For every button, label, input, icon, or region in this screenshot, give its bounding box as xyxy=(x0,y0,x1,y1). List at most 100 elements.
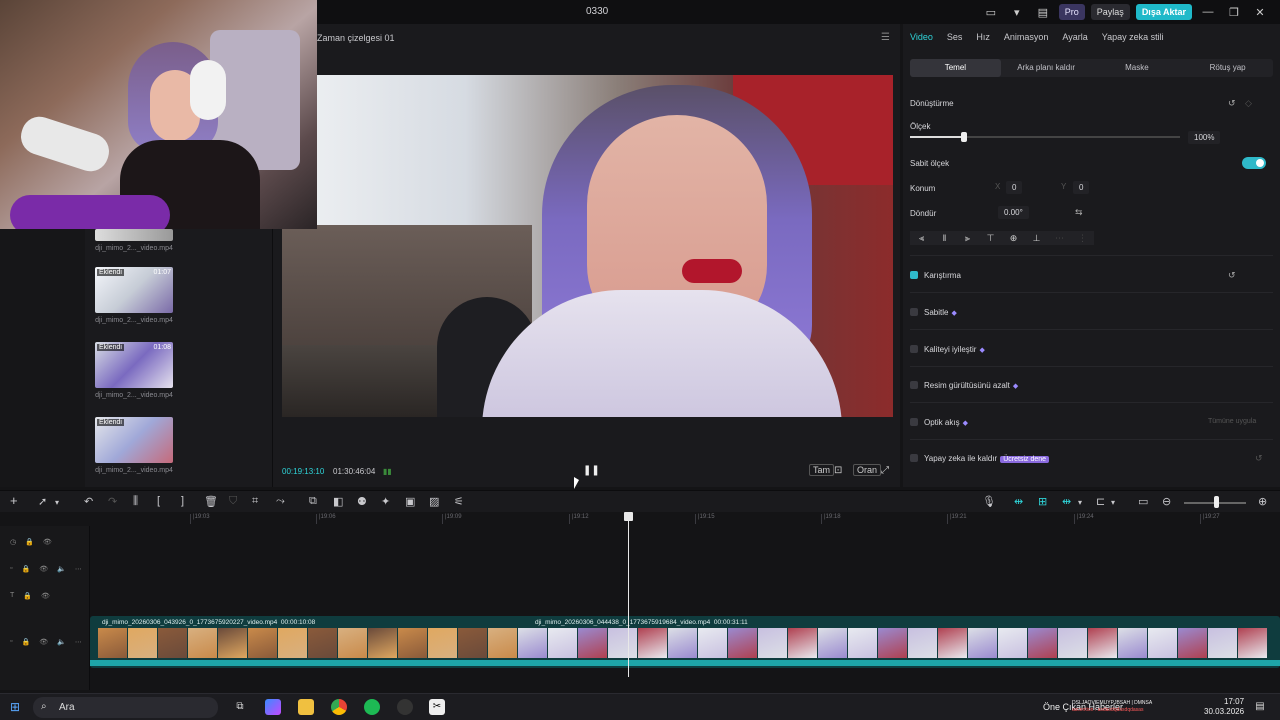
main-video-track[interactable]: dji_mimo_20260306_043926_0_1773675920227… xyxy=(90,616,1280,668)
clip-frames[interactable] xyxy=(98,628,1276,658)
spotify-icon[interactable] xyxy=(364,699,380,715)
file-explorer-icon[interactable] xyxy=(298,699,314,715)
media-clip[interactable]: Eklendi 01:08 dji_mimo_2..._video.mp4 xyxy=(95,342,173,399)
denoise-checkbox[interactable] xyxy=(910,381,918,389)
tab-ai-style[interactable]: Yapay zeka stili xyxy=(1102,32,1164,42)
caption-icon[interactable]: ▭ xyxy=(1138,495,1148,508)
stabilize-checkbox[interactable] xyxy=(910,308,918,316)
copilot-icon[interactable] xyxy=(265,699,281,715)
subtab-retouch[interactable]: Rötuş yap xyxy=(1182,59,1273,77)
chevron-down-icon[interactable]: ▾ xyxy=(55,498,59,507)
reset-icon[interactable]: ↺ xyxy=(1228,98,1236,109)
align-top-icon[interactable]: ⊤ xyxy=(979,231,1002,245)
microphone-icon[interactable]: 🎙 xyxy=(982,495,996,508)
align-center-icon[interactable]: ‖ xyxy=(933,231,956,245)
pos-y-input[interactable]: 0 xyxy=(1073,181,1090,194)
pause-button[interactable]: ❚❚ xyxy=(583,465,600,476)
pro-button[interactable]: Pro xyxy=(1058,4,1085,20)
align-bottom-icon[interactable]: ⊥ xyxy=(1025,231,1048,245)
distribute-v-icon[interactable]: ⋮ xyxy=(1071,231,1094,245)
audio-split-icon[interactable]: ⚟ xyxy=(454,495,464,508)
close-icon[interactable]: ✕ xyxy=(1250,6,1270,19)
transform-heading[interactable]: Dönüştürme xyxy=(910,99,954,108)
link-icon[interactable]: ⇹ xyxy=(1014,495,1023,508)
snapshot-icon[interactable]: ⊡ xyxy=(834,465,842,476)
uniform-scale-toggle[interactable] xyxy=(1242,157,1266,169)
more-icon[interactable]: ⋯ xyxy=(75,565,82,573)
enhance-checkbox[interactable] xyxy=(910,345,918,353)
apply-all-button[interactable]: Tümüne uygula xyxy=(1208,418,1256,425)
reset-icon[interactable]: ↺ xyxy=(1255,453,1263,464)
shield-icon[interactable]: ⛉ xyxy=(229,495,237,508)
image-icon[interactable]: ▨ xyxy=(429,495,439,508)
redo-icon[interactable]: ↷ xyxy=(108,495,117,508)
tab-audio[interactable]: Ses xyxy=(947,32,963,42)
media-clip[interactable]: dji_mimo_2..._video.mp4 xyxy=(95,229,173,252)
free-trial-badge[interactable]: Ücretsiz dene xyxy=(1000,456,1050,463)
optical-flow-section[interactable]: Optik akış ◆ xyxy=(910,418,968,427)
speaker-icon[interactable]: 🔈 xyxy=(57,565,66,573)
lock-icon[interactable]: 🔒 xyxy=(21,565,30,573)
replace-icon[interactable]: ⧉ xyxy=(309,495,317,508)
export-button[interactable]: Dışa Aktar xyxy=(1135,4,1192,20)
share-button[interactable]: Paylaş xyxy=(1090,4,1130,20)
trim-left-icon[interactable]: [ xyxy=(157,495,160,507)
stabilize-section[interactable]: Sabitle ◆ xyxy=(910,308,957,317)
task-view-icon[interactable]: ⧉ xyxy=(232,699,248,715)
zoom-in-icon[interactable]: ⊕ xyxy=(1258,495,1267,508)
fullscreen-icon[interactable]: ⤢ xyxy=(881,465,889,476)
time-ruler[interactable]: |19:03 |19:06 |19:09 |19:12 |19:15 |19:1… xyxy=(90,512,1280,526)
windows-start-icon[interactable]: ⊞ xyxy=(10,700,20,714)
lock-icon[interactable]: 🔒 xyxy=(23,592,32,600)
video-preview[interactable] xyxy=(282,75,893,417)
magic-icon[interactable]: ✦ xyxy=(381,495,390,508)
lock-icon[interactable]: 🔒 xyxy=(25,538,34,546)
chrome-icon[interactable] xyxy=(331,699,347,715)
denoise-section[interactable]: Resim gürültüsünü azalt ◆ xyxy=(910,381,1018,390)
eye-icon[interactable]: 👁 xyxy=(39,638,48,646)
pos-x-input[interactable]: 0 xyxy=(1006,181,1023,194)
capcut-icon[interactable]: ✂ xyxy=(429,699,445,715)
delete-icon[interactable]: 🗑 xyxy=(204,495,218,508)
scale-value[interactable]: 100% xyxy=(1188,131,1221,144)
lock-icon[interactable]: 🔒 xyxy=(21,638,30,646)
maximize-icon[interactable]: ❐ xyxy=(1224,6,1244,19)
ratio-button[interactable]: Oran xyxy=(853,464,882,476)
eye-icon[interactable]: 👁 xyxy=(41,592,50,600)
reset-icon[interactable]: ↺ xyxy=(1228,270,1236,281)
subtab-mask[interactable]: Maske xyxy=(1092,59,1183,77)
chevron-down-icon[interactable]: ▾ xyxy=(1078,498,1082,507)
hd-icon[interactable]: ▣ xyxy=(405,495,415,508)
waveform-icon[interactable]: ▮▮ xyxy=(383,467,392,476)
eye-icon[interactable]: 👁 xyxy=(43,538,52,546)
keyframe-icon[interactable]: ◇ xyxy=(1245,98,1252,109)
optical-flow-checkbox[interactable] xyxy=(910,418,918,426)
rotate-input[interactable]: 0.00° xyxy=(998,206,1029,219)
tab-animation[interactable]: Animasyon xyxy=(1004,32,1049,42)
ai-remove-checkbox[interactable] xyxy=(910,454,918,462)
tab-speed[interactable]: Hız xyxy=(976,32,990,42)
playhead[interactable] xyxy=(624,512,633,677)
chevron-down-icon[interactable]: ▾ xyxy=(1111,498,1115,507)
speaker-icon[interactable]: 🔈 xyxy=(57,638,66,646)
tab-adjust[interactable]: Ayarla xyxy=(1062,32,1087,42)
system-clock[interactable]: 17:07 30.03.2026 xyxy=(1204,697,1244,717)
subtab-remove-bg[interactable]: Arka planı kaldır xyxy=(1001,59,1092,77)
crop-icon[interactable]: ⌗ xyxy=(252,495,258,508)
subtab-basic[interactable]: Temel xyxy=(910,59,1001,77)
preview-axis-icon[interactable]: ⊏ xyxy=(1096,495,1105,508)
zoom-slider-knob[interactable] xyxy=(1214,496,1219,508)
minimize-icon[interactable]: — xyxy=(1198,6,1218,18)
magnet-icon[interactable]: ⊞ xyxy=(1038,495,1047,508)
notification-icon[interactable]: ▤ xyxy=(1252,699,1268,715)
more-icon[interactable]: ⋯ xyxy=(75,638,82,646)
shortcut-icon[interactable]: ▤ xyxy=(1033,6,1053,19)
scale-slider-knob[interactable] xyxy=(961,132,967,142)
snap-icon[interactable]: ⇹ xyxy=(1062,495,1071,508)
enhance-section[interactable]: Kaliteyi iyileştir ◆ xyxy=(910,345,985,354)
align-left-icon[interactable]: ⫷ xyxy=(910,231,933,245)
menu-icon[interactable]: ☰ xyxy=(881,32,890,43)
flip-icon[interactable]: ⇆ xyxy=(1075,207,1083,218)
blend-section[interactable]: Karıştırma xyxy=(910,271,961,280)
align-right-icon[interactable]: ⫸ xyxy=(956,231,979,245)
